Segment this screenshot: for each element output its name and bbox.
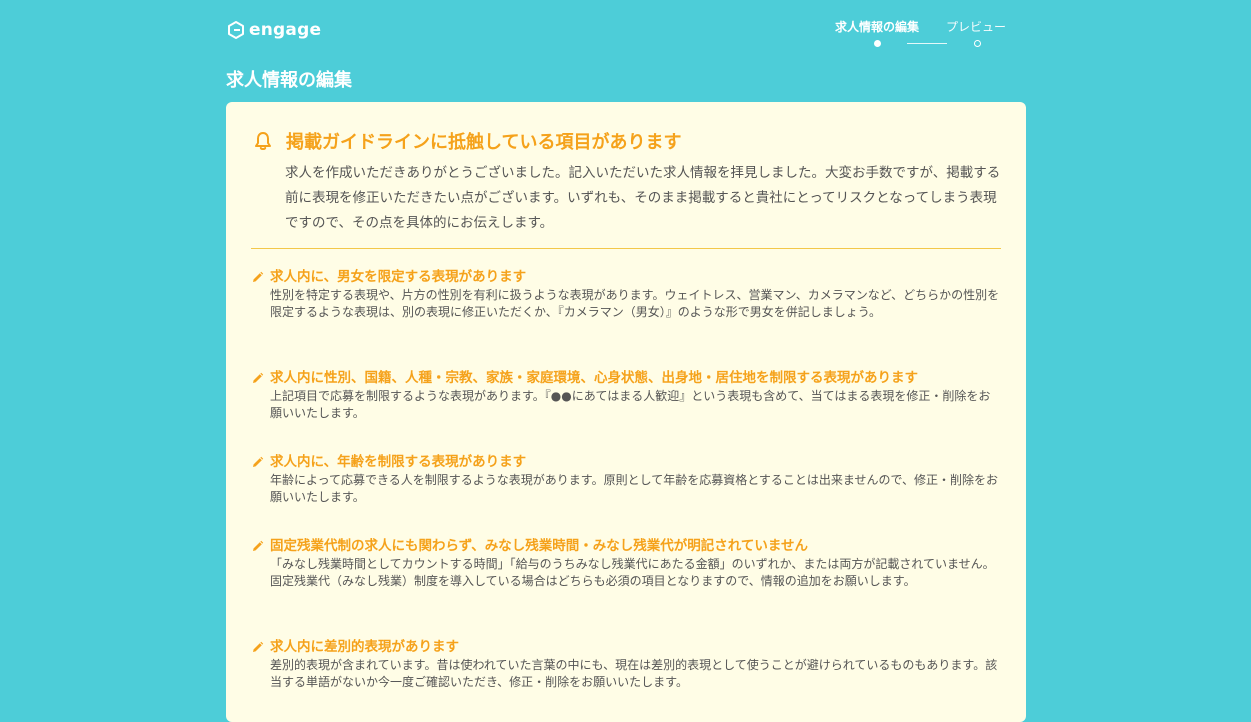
issue-header: 求人内に、年齢を制限する表現があります <box>251 450 1001 470</box>
issue-title: 求人内に差別的表現があります <box>270 639 459 655</box>
issue-item: 求人内に、男女を限定する表現があります 性別を特定する表現や、片方の性別を有利に… <box>251 265 1001 321</box>
issue-body: 「みなし残業時間としてカウントする時間」「給与のうちみなし残業代にあたる金額」の… <box>270 557 995 588</box>
top-bar: engage 求人情報の編集 プレビュー <box>226 18 1006 48</box>
issue-item: 求人内に性別、国籍、人種・宗教、家族・家庭環境、心身状態、出身地・居住地を制限す… <box>251 366 1001 422</box>
issue-item: 求人内に、年齢を制限する表現があります 年齢によって応募できる人を制限するような… <box>251 450 1001 506</box>
issue-item: 固定残業代制の求人にも関わらず、みなし残業時間・みなし残業代が明記されていません… <box>251 534 1001 590</box>
alert-description: 求人を作成いただきありがとうございました。記入いただいた求人情報を拝見しました。… <box>285 165 1001 231</box>
issue-body: 差別的表現が含まれています。昔は使われていた言葉の中にも、現在は差別的表現として… <box>270 658 998 689</box>
guideline-alert-card: 掲載ガイドラインに抵触している項目があります 求人を作成いただきありがとうござい… <box>226 102 1026 722</box>
issue-title: 固定残業代制の求人にも関わらず、みなし残業時間・みなし残業代が明記されていません <box>270 538 808 554</box>
progress-steps: 求人情報の編集 プレビュー <box>831 18 1006 48</box>
issue-header: 求人内に差別的表現があります <box>251 635 1001 655</box>
section-divider <box>251 248 1001 249</box>
issue-item: 求人内に差別的表現があります 差別的表現が含まれています。昔は使われていた言葉の… <box>251 635 1001 691</box>
step-connector <box>907 43 947 44</box>
issue-title: 求人内に、男女を限定する表現があります <box>270 269 527 285</box>
issue-header: 求人内に性別、国籍、人種・宗教、家族・家庭環境、心身状態、出身地・居住地を制限す… <box>251 366 1001 386</box>
logo-text: engage <box>249 20 322 40</box>
alert-header: 掲載ガイドラインに抵触している項目があります <box>252 128 681 154</box>
issue-title: 求人内に性別、国籍、人種・宗教、家族・家庭環境、心身状態、出身地・居住地を制限す… <box>270 370 918 386</box>
bell-icon <box>255 132 271 151</box>
engage-logo-icon <box>228 21 244 39</box>
pencil-icon <box>253 641 264 652</box>
step-edit-dot <box>874 40 881 47</box>
issue-body: 年齢によって応募できる人を制限するような表現があります。原則として年齢を応募資格… <box>270 473 999 504</box>
alert-title: 掲載ガイドラインに抵触している項目があります <box>286 132 682 153</box>
page-title: 求人情報の編集 <box>226 70 352 91</box>
step-edit-label: 求人情報の編集 <box>835 20 920 34</box>
pencil-icon <box>253 372 264 383</box>
issue-body: 上記項目で応募を制限するような表現があります。『●●にあてはまる人歓迎』という表… <box>270 389 991 420</box>
engage-logo[interactable]: engage <box>226 20 321 40</box>
issue-header: 求人内に、男女を限定する表現があります <box>251 265 1001 285</box>
issue-title: 求人内に、年齢を制限する表現があります <box>270 454 527 470</box>
pencil-icon <box>253 540 264 551</box>
step-preview-label: プレビュー <box>946 20 1007 34</box>
issue-body: 性別を特定する表現や、片方の性別を有利に扱うような表現があります。ウェイトレス、… <box>270 288 1000 319</box>
pencil-icon <box>253 271 264 282</box>
issue-header: 固定残業代制の求人にも関わらず、みなし残業時間・みなし残業代が明記されていません <box>251 534 1001 554</box>
pencil-icon <box>253 456 264 467</box>
step-preview-dot <box>974 40 981 47</box>
